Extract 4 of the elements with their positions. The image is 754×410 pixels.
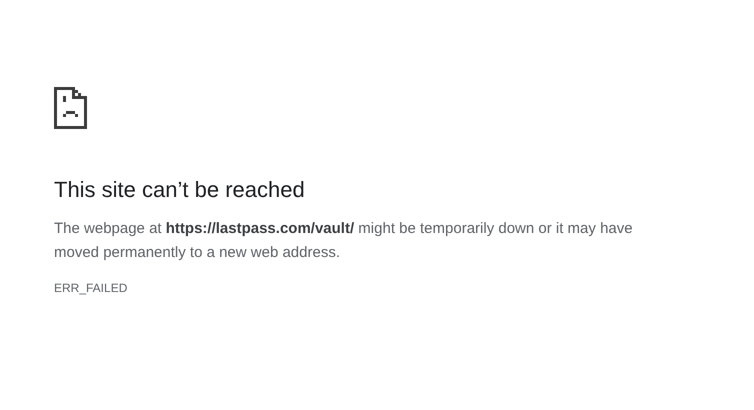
- error-code: ERR_FAILED: [54, 280, 128, 298]
- error-message: The webpage at https://lastpass.com/vault/ might be temporarily down or it may have moved permanently to a new web address.: [54, 219, 634, 264]
- error-heading: This site can’t be reached: [54, 177, 306, 204]
- sad-page-icon: [54, 87, 87, 129]
